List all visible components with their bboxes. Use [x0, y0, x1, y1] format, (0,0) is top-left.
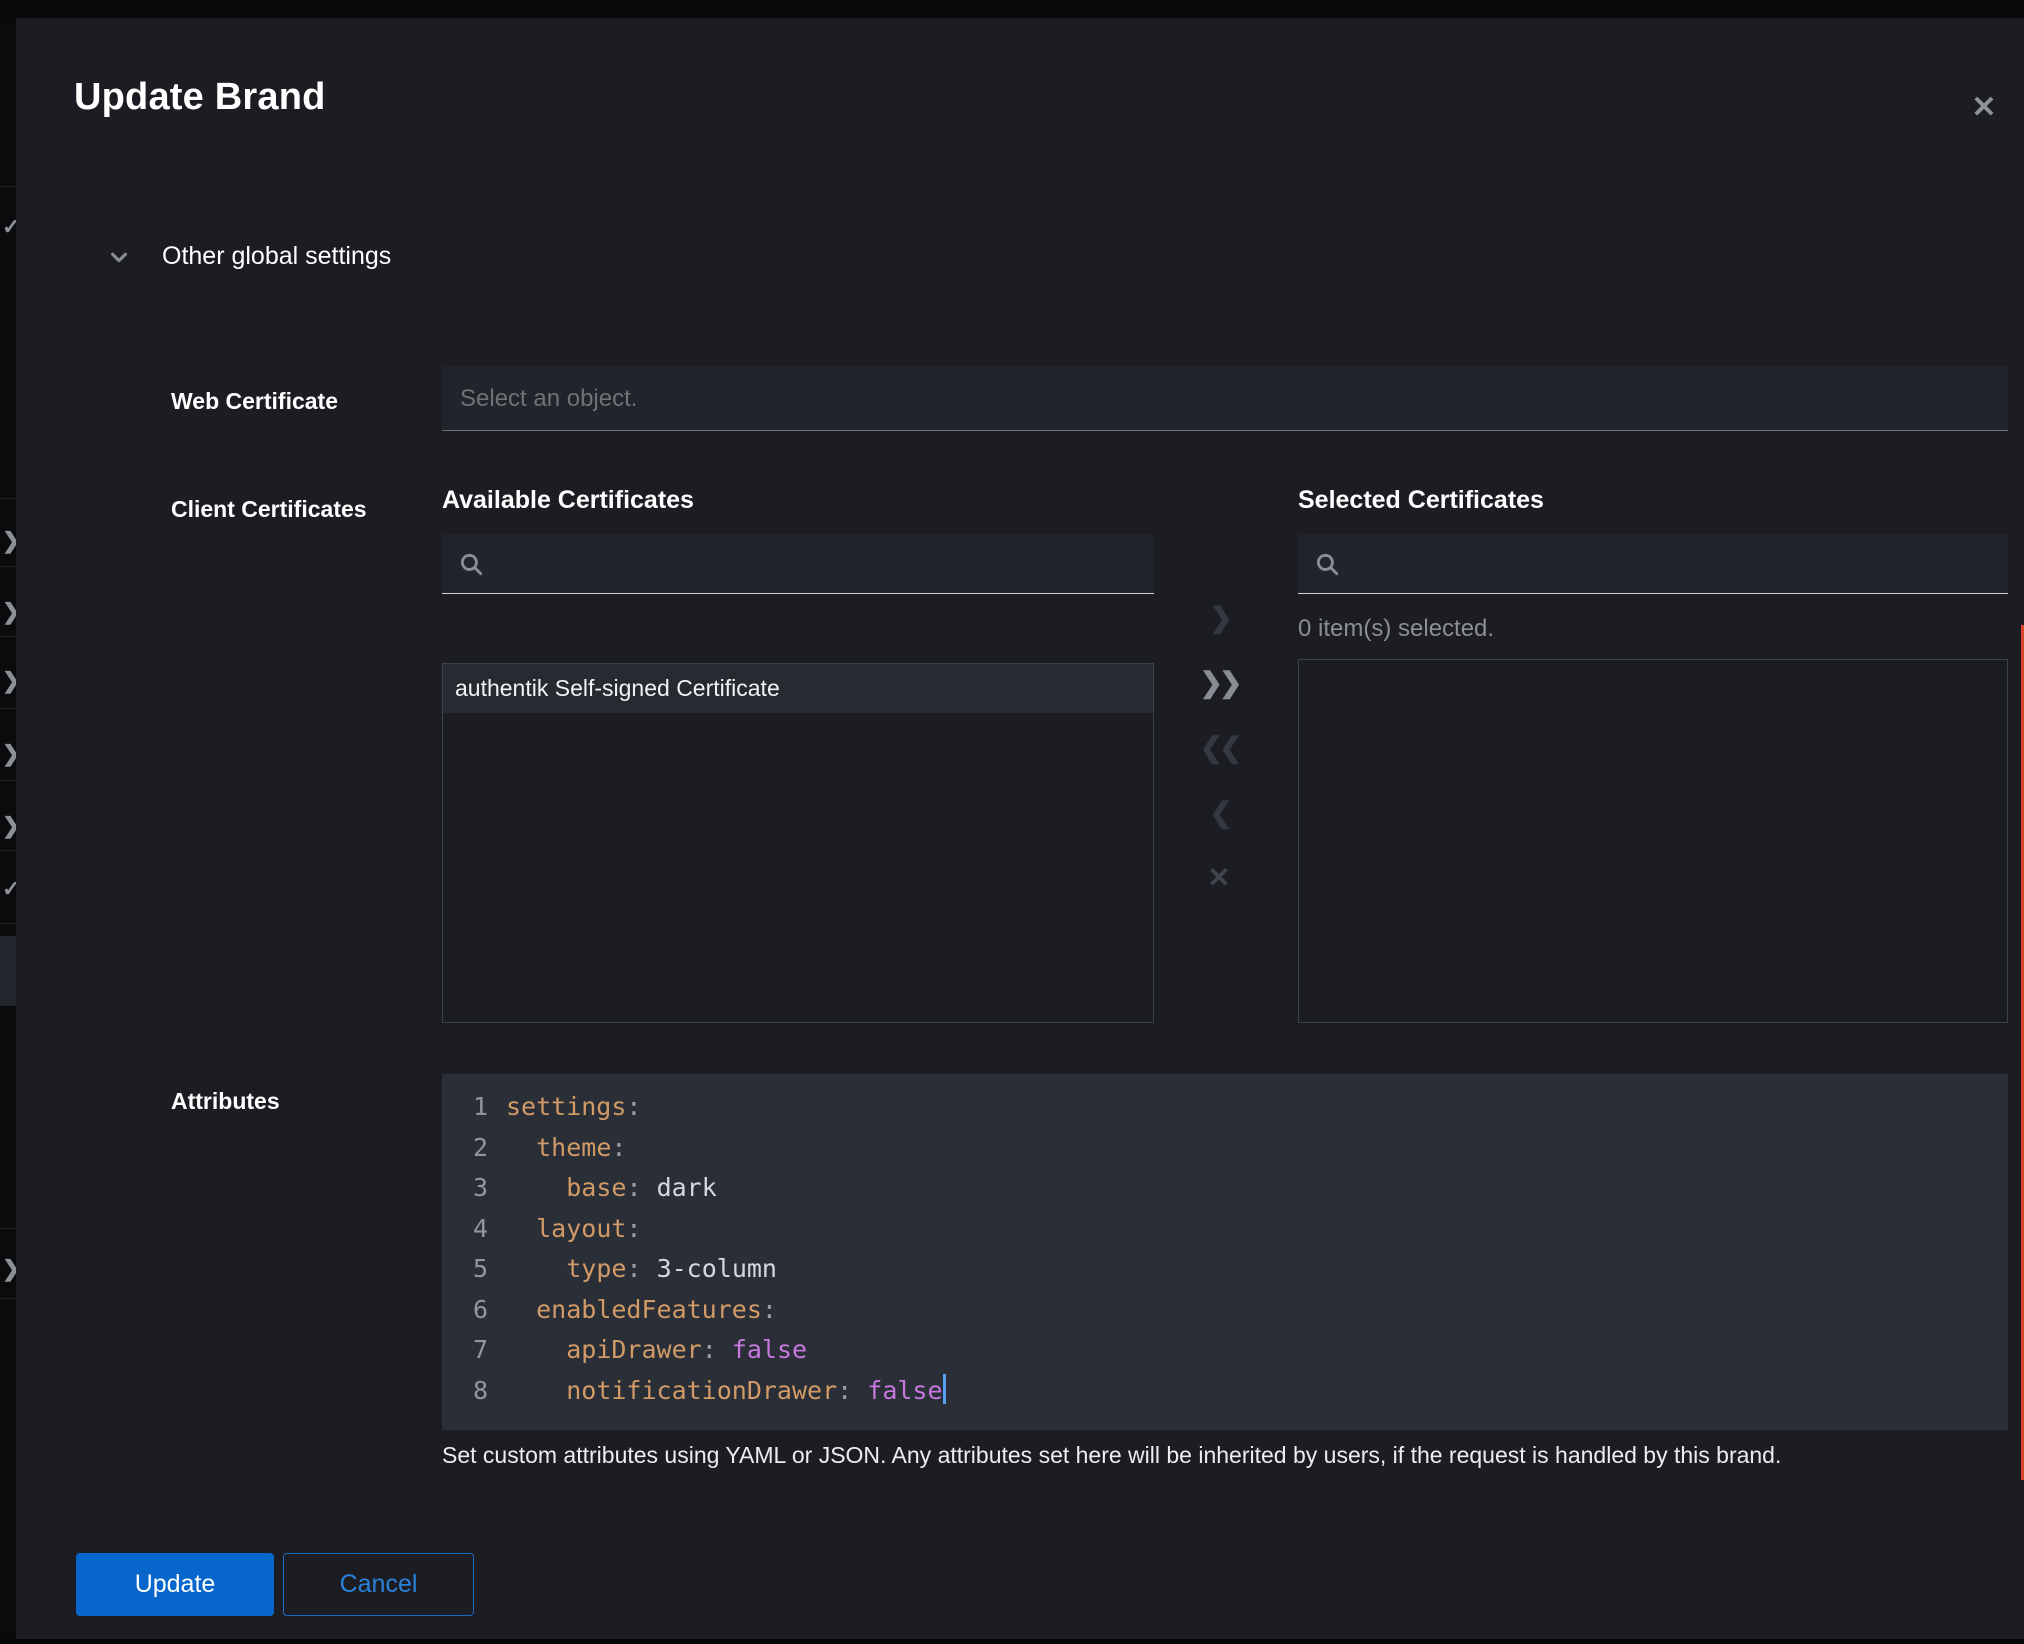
screen: ✓❯❯❯❯❯✓❯ Update Brand ✕ Other global set…	[0, 0, 2024, 1644]
code-line: 7 apiDrawer: false	[442, 1330, 2008, 1371]
line-number: 5	[454, 1249, 488, 1290]
line-number: 2	[454, 1128, 488, 1169]
line-number: 7	[454, 1330, 488, 1371]
attributes-label: Attributes	[171, 1088, 280, 1115]
search-icon	[458, 551, 484, 577]
code-line: 4 layout:	[442, 1209, 2008, 1250]
chevron-right-icon-fragment: ❯	[2, 1258, 16, 1280]
text-cursor	[943, 1374, 946, 1404]
check-icon-fragment: ✓	[2, 216, 16, 238]
sidebar-separator	[0, 186, 16, 187]
line-number: 6	[454, 1290, 488, 1331]
background-sidebar: ✓ ❯ ❯ ❯ ❯ ❯ ✓ ❯	[0, 18, 16, 1644]
selected-certificates-list	[1298, 659, 2008, 1023]
selected-count-status: 0 item(s) selected.	[1298, 615, 1494, 643]
move-all-left-button[interactable]: ❮❮	[1192, 721, 1246, 775]
clear-selection-button[interactable]: ✕	[1192, 851, 1246, 905]
section-label: Other global settings	[162, 242, 391, 271]
chevron-right-icon-fragment: ❯	[2, 601, 16, 623]
sidebar-separator	[0, 850, 16, 851]
move-all-right-button[interactable]: ❯❯	[1192, 656, 1246, 710]
code-line: 3 base: dark	[442, 1168, 2008, 1209]
sidebar-separator	[0, 780, 16, 781]
line-number: 3	[454, 1168, 488, 1209]
line-number: 8	[454, 1371, 488, 1412]
code-line: 8 notificationDrawer: false	[442, 1371, 2008, 1412]
attributes-help-text: Set custom attributes using YAML or JSON…	[442, 1442, 1942, 1469]
available-search[interactable]	[442, 535, 1154, 594]
code-line: 5 type: 3-column	[442, 1249, 2008, 1290]
sidebar-separator	[0, 923, 16, 924]
sidebar-separator	[0, 566, 16, 567]
web-certificate-label: Web Certificate	[171, 388, 338, 415]
move-selected-left-button[interactable]: ❮	[1192, 786, 1246, 840]
move-selected-right-button[interactable]: ❯	[1192, 591, 1246, 645]
sidebar-separator	[0, 498, 16, 499]
web-certificate-input[interactable]	[442, 367, 2008, 431]
line-number: 1	[454, 1087, 488, 1128]
client-certificates-label: Client Certificates	[171, 496, 367, 523]
available-certificate-item[interactable]: authentik Self-signed Certificate	[443, 664, 1153, 713]
chevron-right-icon-fragment: ❯	[2, 743, 16, 765]
page-title: Update Brand	[74, 76, 326, 119]
sidebar-separator	[0, 1228, 16, 1229]
chevron-down-icon	[108, 246, 130, 268]
update-brand-modal: Update Brand ✕ Other global settings Web…	[16, 18, 2024, 1640]
selected-search-input[interactable]	[1352, 550, 1992, 579]
code-line: 2 theme:	[442, 1128, 2008, 1169]
available-certificates-heading: Available Certificates	[442, 486, 694, 515]
available-search-input[interactable]	[496, 550, 1138, 579]
sidebar-separator	[0, 636, 16, 637]
code-line: 6 enabledFeatures:	[442, 1290, 2008, 1331]
update-button[interactable]: Update	[76, 1553, 274, 1616]
sidebar-separator	[0, 708, 16, 709]
sidebar-separator	[0, 1298, 16, 1299]
sidebar-active-item-fragment	[0, 936, 16, 1006]
cancel-button[interactable]: Cancel	[283, 1553, 474, 1616]
search-icon	[1314, 551, 1340, 577]
selected-search[interactable]	[1298, 535, 2008, 594]
page-bottom-edge	[0, 1639, 2024, 1644]
available-certificates-list: authentik Self-signed Certificate	[442, 663, 1154, 1023]
chevron-right-icon-fragment: ❯	[2, 815, 16, 837]
line-number: 4	[454, 1209, 488, 1250]
code-line: 1settings:	[442, 1087, 2008, 1128]
check-icon-fragment: ✓	[2, 878, 16, 900]
close-icon[interactable]: ✕	[1962, 86, 2006, 130]
page-top-bar	[0, 0, 2024, 18]
selected-certificates-heading: Selected Certificates	[1298, 486, 1544, 515]
chevron-right-icon-fragment: ❯	[2, 670, 16, 692]
section-toggle-other-global-settings[interactable]: Other global settings	[108, 242, 391, 271]
chevron-right-icon-fragment: ❯	[2, 530, 16, 552]
attributes-code-editor[interactable]: 1settings:2 theme:3 base: dark4 layout:5…	[442, 1074, 2008, 1430]
